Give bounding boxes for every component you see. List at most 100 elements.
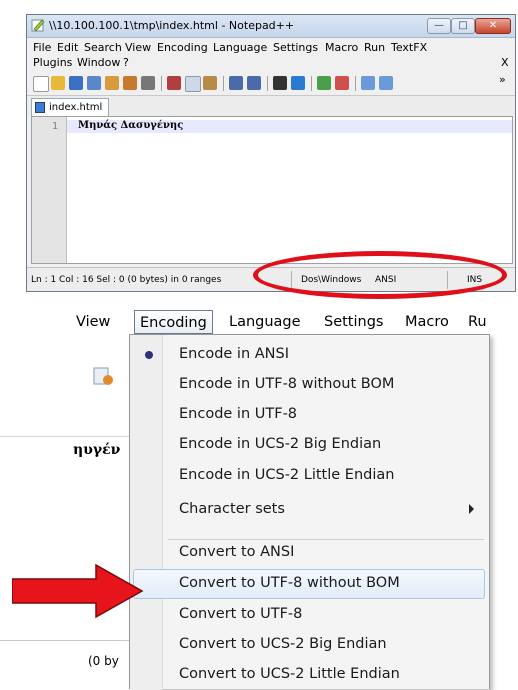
menu-plugins[interactable]: Plugins [33,56,72,69]
menu-item-convert-ucs2-le[interactable]: Convert to UCS-2 Little Endian [133,660,485,690]
title-bar[interactable]: \\10.100.100.1\tmp\index.html - Notepad+… [27,15,515,38]
menu-settings[interactable]: Settings [273,41,318,54]
print-icon[interactable] [141,76,155,90]
menu-item-convert-ucs2-be[interactable]: Convert to UCS-2 Big Endian [133,630,485,660]
status-bar-border-fragment [0,640,130,641]
toolbar-separator [355,76,356,91]
paste-icon[interactable] [203,76,217,90]
red-annotation-ellipse [253,251,507,299]
menu-item-label: Encode in UTF-8 without BOM [179,376,395,392]
saved-file-icon [35,102,45,113]
zoom-out-icon[interactable] [335,76,349,90]
menu-macro[interactable]: Macro [325,41,358,54]
redo-icon[interactable] [247,76,261,90]
copy-icon[interactable] [185,76,201,92]
find-icon[interactable] [273,76,287,90]
tab-label: index.html [49,102,103,113]
maximize-button[interactable]: □ [451,18,475,34]
menu-file[interactable]: File [33,41,51,54]
zoom-menu-run[interactable]: Ru [468,314,487,330]
menu-textfx[interactable]: TextFX [391,41,427,54]
toolbar-separator [311,76,312,91]
toolbar-separator [267,76,268,91]
zoom-menu-encoding-label: Encoding [140,315,207,331]
new-file-icon[interactable] [33,76,49,92]
maximize-icon: □ [458,20,468,31]
menu-item-label: Convert to UCS-2 Little Endian [179,666,400,682]
menu-run[interactable]: Run [364,41,385,54]
menu-window[interactable]: Window [77,56,120,69]
menu-item-encode-utf8-no-bom[interactable]: Encode in UTF-8 without BOM [133,370,485,400]
editor-text-fragment: ηυγέν [73,442,121,458]
close-file-icon[interactable] [92,366,114,386]
menu-item-label: Convert to UCS-2 Big Endian [179,636,387,652]
menu-view[interactable]: View [125,41,151,54]
zoom-menu-view[interactable]: View [76,314,110,330]
menu-item-convert-utf8[interactable]: Convert to UTF-8 [133,600,485,630]
editor-line-text[interactable]: Μηνάς Δασυγένης [78,120,183,131]
line-number-gutter: 1 [32,117,67,263]
status-position: Ln : 1 Col : 16 Sel : 0 (0 bytes) in 0 r… [31,275,222,285]
menu-search[interactable]: Search [84,41,122,54]
menu-item-convert-utf8-no-bom[interactable]: Convert to UTF-8 without BOM [133,569,485,599]
cut-icon[interactable] [167,76,181,90]
toolbar: » [27,71,515,96]
word-wrap-icon[interactable] [379,76,393,90]
close-document-button[interactable]: X [501,56,509,69]
menu-item-label: Encode in UCS-2 Big Endian [179,436,382,452]
menu-encoding[interactable]: Encoding [157,41,208,54]
minimize-icon: — [434,20,444,31]
zoom-menu-language[interactable]: Language [229,314,301,330]
zoom-menu-settings[interactable]: Settings [324,314,383,330]
zoom-menu-macro[interactable]: Macro [405,314,449,330]
open-file-icon[interactable] [51,76,65,90]
menu-edit[interactable]: Edit [57,41,78,54]
menu-item-encode-ucs2-le[interactable]: Encode in UCS-2 Little Endian [133,461,485,491]
menu-item-convert-ansi[interactable]: Convert to ANSI [133,538,485,568]
notepadpp-app-icon [31,19,45,32]
editor-border-fragment [0,436,130,437]
window-title: \\10.100.100.1\tmp\index.html - Notepad+… [49,19,295,32]
menu-item-label: Convert to UTF-8 [179,606,303,622]
menu-language[interactable]: Language [213,41,267,54]
red-pointer-arrow-icon [12,563,144,619]
tab-bar: index.html [27,96,515,116]
replace-icon[interactable] [291,76,305,90]
zoom-background [0,300,130,689]
editor-area[interactable]: 1 Μηνάς Δασυγένης [31,116,513,264]
zoomed-menu-bar: View Encoding Language Settings Macro Ru [0,310,518,336]
toolbar-separator [161,76,162,91]
menu-item-label: Convert to ANSI [179,544,295,560]
submenu-arrow-icon [469,504,474,514]
save-all-icon[interactable] [87,76,101,90]
minimize-button[interactable]: — [427,18,451,34]
close-file-icon[interactable] [105,76,119,90]
tab-index-html[interactable]: index.html [31,98,109,116]
close-all-icon[interactable] [123,76,137,90]
menu-bar: File Edit Search View Encoding Language … [27,37,515,71]
menu-item-label: Encode in UCS-2 Little Endian [179,467,395,483]
line-number: 1 [51,121,58,132]
menu-item-encode-utf8[interactable]: Encode in UTF-8 [133,400,485,430]
save-icon[interactable] [69,76,83,90]
toolbar-overflow-icon[interactable]: » [499,73,506,86]
zoom-menu-encoding[interactable]: Encoding [134,310,213,334]
menu-item-label: Encode in ANSI [179,346,290,362]
encoding-dropdown-menu: Encode in ANSI Encode in UTF-8 without B… [129,334,490,690]
menu-item-label: Convert to UTF-8 without BOM [179,575,400,591]
menu-item-encode-ucs2-be[interactable]: Encode in UCS-2 Big Endian [133,430,485,460]
close-icon: ✕ [488,20,498,31]
menu-item-encode-ansi[interactable]: Encode in ANSI [133,340,485,370]
notepadpp-window: \\10.100.100.1\tmp\index.html - Notepad+… [26,14,516,292]
status-text-fragment: (0 by [88,654,119,668]
menu-item-character-sets[interactable]: Character sets [133,495,485,525]
sync-scroll-icon[interactable] [361,76,375,90]
menu-help[interactable]: ? [123,56,129,69]
toolbar-separator [223,76,224,91]
undo-icon[interactable] [229,76,243,90]
radio-checked-icon [145,351,153,359]
zoom-in-icon[interactable] [317,76,331,90]
menu-item-label: Character sets [179,501,285,517]
close-button[interactable]: ✕ [475,18,511,34]
menu-item-label: Encode in UTF-8 [179,406,298,422]
